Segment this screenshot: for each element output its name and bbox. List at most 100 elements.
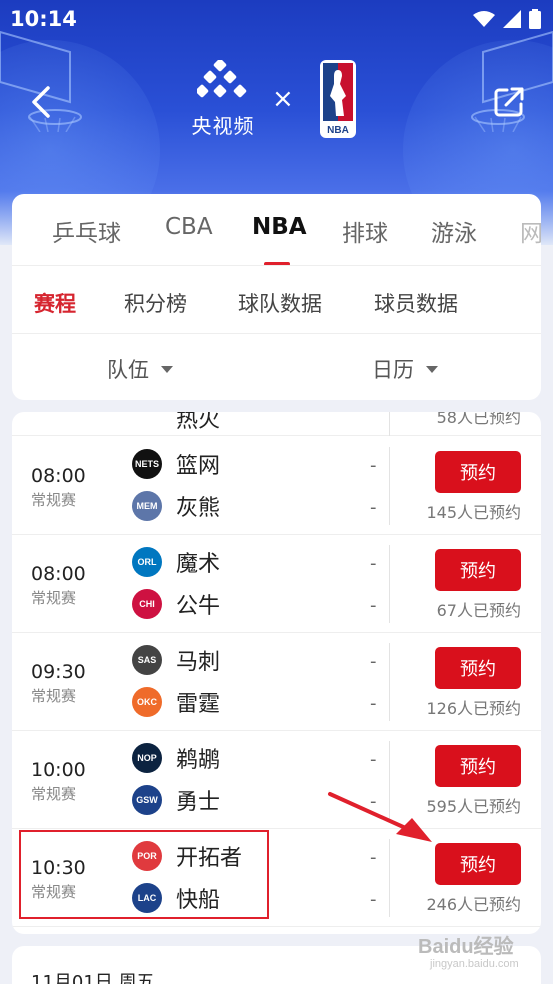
brand-name: 央视频 — [191, 114, 255, 138]
row-divider — [389, 643, 390, 721]
game-time: 08:00 — [31, 563, 86, 585]
row-divider — [389, 412, 390, 436]
sport-tabs: 乒乓球 CBA NBA 排球 游泳 网 — [12, 194, 541, 266]
team-logo-icon: GSW — [132, 785, 162, 815]
score-away: - — [370, 693, 377, 714]
tabs-card: 乒乓球 CBA NBA 排球 游泳 网 赛程 积分榜 球队数据 球员数据 队伍 … — [12, 194, 541, 400]
caret-down-icon — [161, 365, 173, 373]
reserve-count: 67人已预约 — [436, 601, 521, 620]
tab-table-tennis[interactable]: 乒乓球 — [52, 214, 121, 248]
team-name: 马刺 — [176, 650, 221, 675]
team-name: 鹈鹕 — [176, 748, 221, 773]
team-away[interactable]: MEM 灰熊 — [132, 489, 220, 523]
game-row[interactable]: 09:30 常规赛 SAS 马刺 OKC 雷霆 - - 预约 126人已预约 — [12, 633, 541, 731]
highlight-box — [19, 830, 269, 919]
team-away[interactable]: GSW 勇士 — [132, 783, 220, 817]
team-home[interactable]: SAS 马刺 — [132, 643, 220, 677]
team-name: 勇士 — [176, 790, 221, 815]
reserve-count: 246人已预约 — [426, 895, 521, 914]
tab-schedule[interactable]: 赛程 — [34, 288, 76, 318]
team-logo-icon: NOP — [132, 743, 162, 773]
game-row[interactable]: 10:00 常规赛 NOP 鹈鹕 GSW 勇士 - - 预约 595人已预约 — [12, 731, 541, 829]
reserve-button[interactable]: 预约 — [435, 843, 521, 885]
reserve-button[interactable]: 预约 — [435, 451, 521, 493]
sub-tabs: 赛程 积分榜 球队数据 球员数据 — [12, 266, 541, 334]
score-away: - — [370, 889, 377, 910]
reserve-button[interactable]: 预约 — [435, 647, 521, 689]
game-type: 常规赛 — [31, 785, 77, 803]
nba-logo-text: NBA — [327, 125, 349, 136]
team-name: 公牛 — [176, 594, 221, 619]
team-filter-label: 队伍 — [107, 358, 149, 382]
score-home: - — [370, 847, 377, 868]
tab-cba[interactable]: CBA — [165, 214, 213, 240]
game-time: 10:00 — [31, 759, 86, 781]
status-bar: 10:14 — [0, 0, 553, 40]
tab-nba[interactable]: NBA — [252, 214, 307, 240]
brand-separator: × — [272, 84, 294, 114]
team-logo-icon: CHI — [132, 589, 162, 619]
team-logo-icon: SAS — [132, 645, 162, 675]
row-divider — [389, 545, 390, 623]
date-label: 11月01日 周五 — [31, 972, 155, 984]
tab-tennis[interactable]: 网 — [520, 214, 541, 248]
score-home: - — [370, 749, 377, 770]
row-divider — [389, 839, 390, 917]
game-time: 09:30 — [31, 661, 86, 683]
row-divider — [389, 447, 390, 525]
team-logo-icon: NETS — [132, 449, 162, 479]
tab-team-stats[interactable]: 球队数据 — [238, 288, 322, 318]
team-name: 魔术 — [176, 552, 221, 577]
team-home[interactable]: ORL 魔术 — [132, 545, 220, 579]
filter-bar: 队伍 日历 — [12, 334, 541, 400]
caret-down-icon — [426, 365, 438, 373]
game-time: 08:00 — [31, 465, 86, 487]
score-away: - — [370, 595, 377, 616]
tab-swimming[interactable]: 游泳 — [431, 214, 477, 248]
team-away[interactable]: OKC 雷霆 — [132, 685, 220, 719]
back-button[interactable] — [24, 82, 60, 122]
calendar-filter-label: 日历 — [372, 358, 414, 382]
watermark: Baidu经验 — [418, 936, 514, 958]
reserve-button[interactable]: 预约 — [435, 745, 521, 787]
team-name: 热火 — [176, 412, 221, 433]
game-type: 常规赛 — [31, 687, 77, 705]
signal-icon — [503, 10, 521, 28]
wifi-icon — [473, 11, 495, 27]
share-button[interactable] — [491, 84, 527, 120]
team-name: 篮网 — [176, 454, 221, 479]
game-row[interactable]: 08:00 常规赛 ORL 魔术 CHI 公牛 - - 预约 67人已预约 — [12, 535, 541, 633]
score-home: - — [370, 651, 377, 672]
reserve-count: 595人已预约 — [426, 797, 521, 816]
calendar-filter-dropdown[interactable]: 日历 — [372, 354, 438, 384]
team-filter-dropdown[interactable]: 队伍 — [107, 354, 173, 384]
team-logo-icon: MEM — [132, 491, 162, 521]
game-row-partial: 热火 58人已预约 — [12, 412, 541, 436]
cctv-video-logo: 央视频 — [183, 60, 263, 139]
team-home[interactable]: NETS 篮网 — [132, 447, 220, 481]
team-name: 雷霆 — [176, 692, 221, 717]
team-home[interactable]: NOP 鹈鹕 — [132, 741, 220, 775]
team-name: 灰熊 — [176, 496, 221, 521]
reserve-count: 126人已预约 — [426, 699, 521, 718]
score-home: - — [370, 553, 377, 574]
team-logo-icon: OKC — [132, 687, 162, 717]
reserve-button[interactable]: 预约 — [435, 549, 521, 591]
tab-volleyball[interactable]: 排球 — [342, 214, 388, 248]
status-time: 10:14 — [10, 7, 77, 31]
reserve-count: 58人已预约 — [436, 412, 521, 427]
nba-logo-icon: NBA — [320, 60, 356, 138]
tab-standings[interactable]: 积分榜 — [124, 288, 187, 318]
status-icons — [473, 9, 541, 29]
score-away: - — [370, 497, 377, 518]
game-row[interactable]: 08:00 常规赛 NETS 篮网 MEM 灰熊 - - 预约 145人已预约 — [12, 437, 541, 535]
game-type: 常规赛 — [31, 589, 77, 607]
battery-icon — [529, 9, 541, 29]
reserve-count: 145人已预约 — [426, 503, 521, 522]
game-type: 常规赛 — [31, 491, 77, 509]
tab-player-stats[interactable]: 球员数据 — [374, 288, 458, 318]
pointer-arrow-icon — [328, 792, 432, 842]
team-logo-icon: ORL — [132, 547, 162, 577]
cctv-video-logo-icon — [197, 60, 247, 98]
team-away[interactable]: CHI 公牛 — [132, 587, 220, 621]
